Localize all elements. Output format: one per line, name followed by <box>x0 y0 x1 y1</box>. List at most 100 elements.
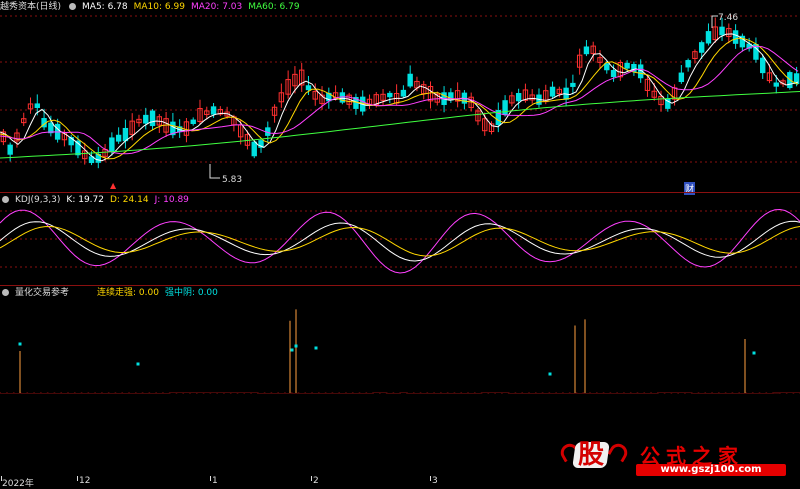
signal-bar <box>496 393 501 419</box>
event-marker-icon[interactable]: ▲ <box>110 181 116 190</box>
signal-bar <box>123 350 128 393</box>
kdj-panel[interactable]: KDJ(9,3,3)K: 19.72D: 24.14J: 10.89 <box>0 193 800 285</box>
signal-bar <box>157 380 162 393</box>
low-price-label: 5.83 <box>222 175 242 185</box>
signal-bar <box>62 356 67 393</box>
signal-bar <box>232 393 237 435</box>
candle-body <box>116 135 120 141</box>
kdj-chart[interactable] <box>0 193 800 285</box>
signal-bar <box>442 350 447 393</box>
signal-bar <box>421 347 426 393</box>
signal-bar <box>672 393 677 412</box>
logo-badge-icon: 股 <box>558 440 626 474</box>
signal-dot <box>753 352 756 355</box>
candle-body <box>679 73 683 81</box>
signal-bar <box>781 393 786 400</box>
signal-bar <box>116 345 121 393</box>
candle-body <box>408 74 412 86</box>
signal-bar <box>509 374 514 393</box>
signal-bar <box>415 359 420 393</box>
candle-body <box>401 90 405 96</box>
signal-bar <box>8 318 13 393</box>
signal-bar <box>137 350 142 393</box>
signal-bar <box>191 393 196 453</box>
signal-bar <box>679 393 684 404</box>
signal-bar <box>720 335 725 393</box>
signal-bar <box>259 356 264 393</box>
signal-bar <box>489 393 494 412</box>
signal-bar <box>503 393 508 398</box>
signal-bar <box>238 393 243 423</box>
signal-bar <box>198 393 203 451</box>
candle-body <box>110 138 114 151</box>
signal-bar <box>28 349 33 393</box>
signal-bar <box>35 344 40 393</box>
signal-bar <box>299 301 304 393</box>
candle-body <box>605 64 609 70</box>
signal-bar <box>591 313 596 393</box>
candle-body <box>584 47 588 54</box>
signal-bar <box>320 314 325 393</box>
candle-body <box>733 31 737 44</box>
high-price-label: 7.46 <box>718 13 738 23</box>
signal-bar <box>652 390 657 393</box>
candle-body <box>211 107 215 114</box>
site-logo: 股 公式之家 www.gszj100.com <box>558 440 783 474</box>
signal-bar <box>598 328 603 393</box>
signal-dot <box>19 343 22 346</box>
signal-bar <box>733 317 738 393</box>
candle-body <box>611 71 615 77</box>
signal-bar <box>740 344 745 393</box>
signal-bar <box>482 393 487 404</box>
candle-body <box>191 120 195 123</box>
candle-body <box>516 94 520 101</box>
signal-bar <box>1 323 6 393</box>
signal-bar <box>706 358 711 393</box>
signal-bar <box>618 361 623 393</box>
candle-body <box>49 123 53 133</box>
signal-bar <box>726 330 731 393</box>
signal-dot <box>549 373 552 376</box>
signal-bar <box>130 348 135 393</box>
signal-bar <box>523 360 528 393</box>
signal-bar <box>665 393 670 416</box>
candle-body <box>150 111 154 125</box>
signal-bar <box>794 393 799 415</box>
axis-label-mar: 3 <box>432 476 438 486</box>
signal-bar <box>340 343 345 393</box>
signal-bar <box>557 335 562 393</box>
signal-bar <box>164 386 169 393</box>
signal-bar <box>550 324 555 393</box>
candle-body <box>252 142 256 156</box>
signal-bar <box>428 344 433 393</box>
signal-bar <box>767 375 772 393</box>
signal-bar <box>469 380 474 393</box>
axis-label-year: 2022年 <box>2 476 34 489</box>
candlestick-chart[interactable] <box>0 0 800 192</box>
candle-body <box>388 93 392 96</box>
candle-body <box>625 63 629 68</box>
signal-bar <box>394 386 399 393</box>
signal-bar <box>42 349 47 393</box>
signal-bar <box>279 307 284 393</box>
axis-label-jan: 1 <box>212 476 218 486</box>
signal-bar <box>760 348 765 393</box>
signal-bar <box>265 345 270 393</box>
price-panel[interactable]: 越秀资本(日线)MA5: 6.78MA10: 6.99MA20: 7.03MA6… <box>0 0 800 192</box>
signal-bar <box>326 320 331 393</box>
signal-bar <box>55 344 60 393</box>
signal-bar <box>103 352 108 393</box>
signal-bar <box>693 380 698 393</box>
signal-bar <box>381 393 386 397</box>
signal-bar <box>48 349 53 393</box>
signal-bar <box>699 367 704 393</box>
signal-bar <box>787 393 792 413</box>
signal-bar <box>448 352 453 393</box>
signal-bar <box>611 356 616 393</box>
candle-body <box>571 83 575 86</box>
signal-bar <box>537 345 542 393</box>
signal-bar <box>360 377 365 393</box>
candle-body <box>686 61 690 67</box>
ma60-line <box>0 92 800 159</box>
signal-bar <box>211 393 216 476</box>
